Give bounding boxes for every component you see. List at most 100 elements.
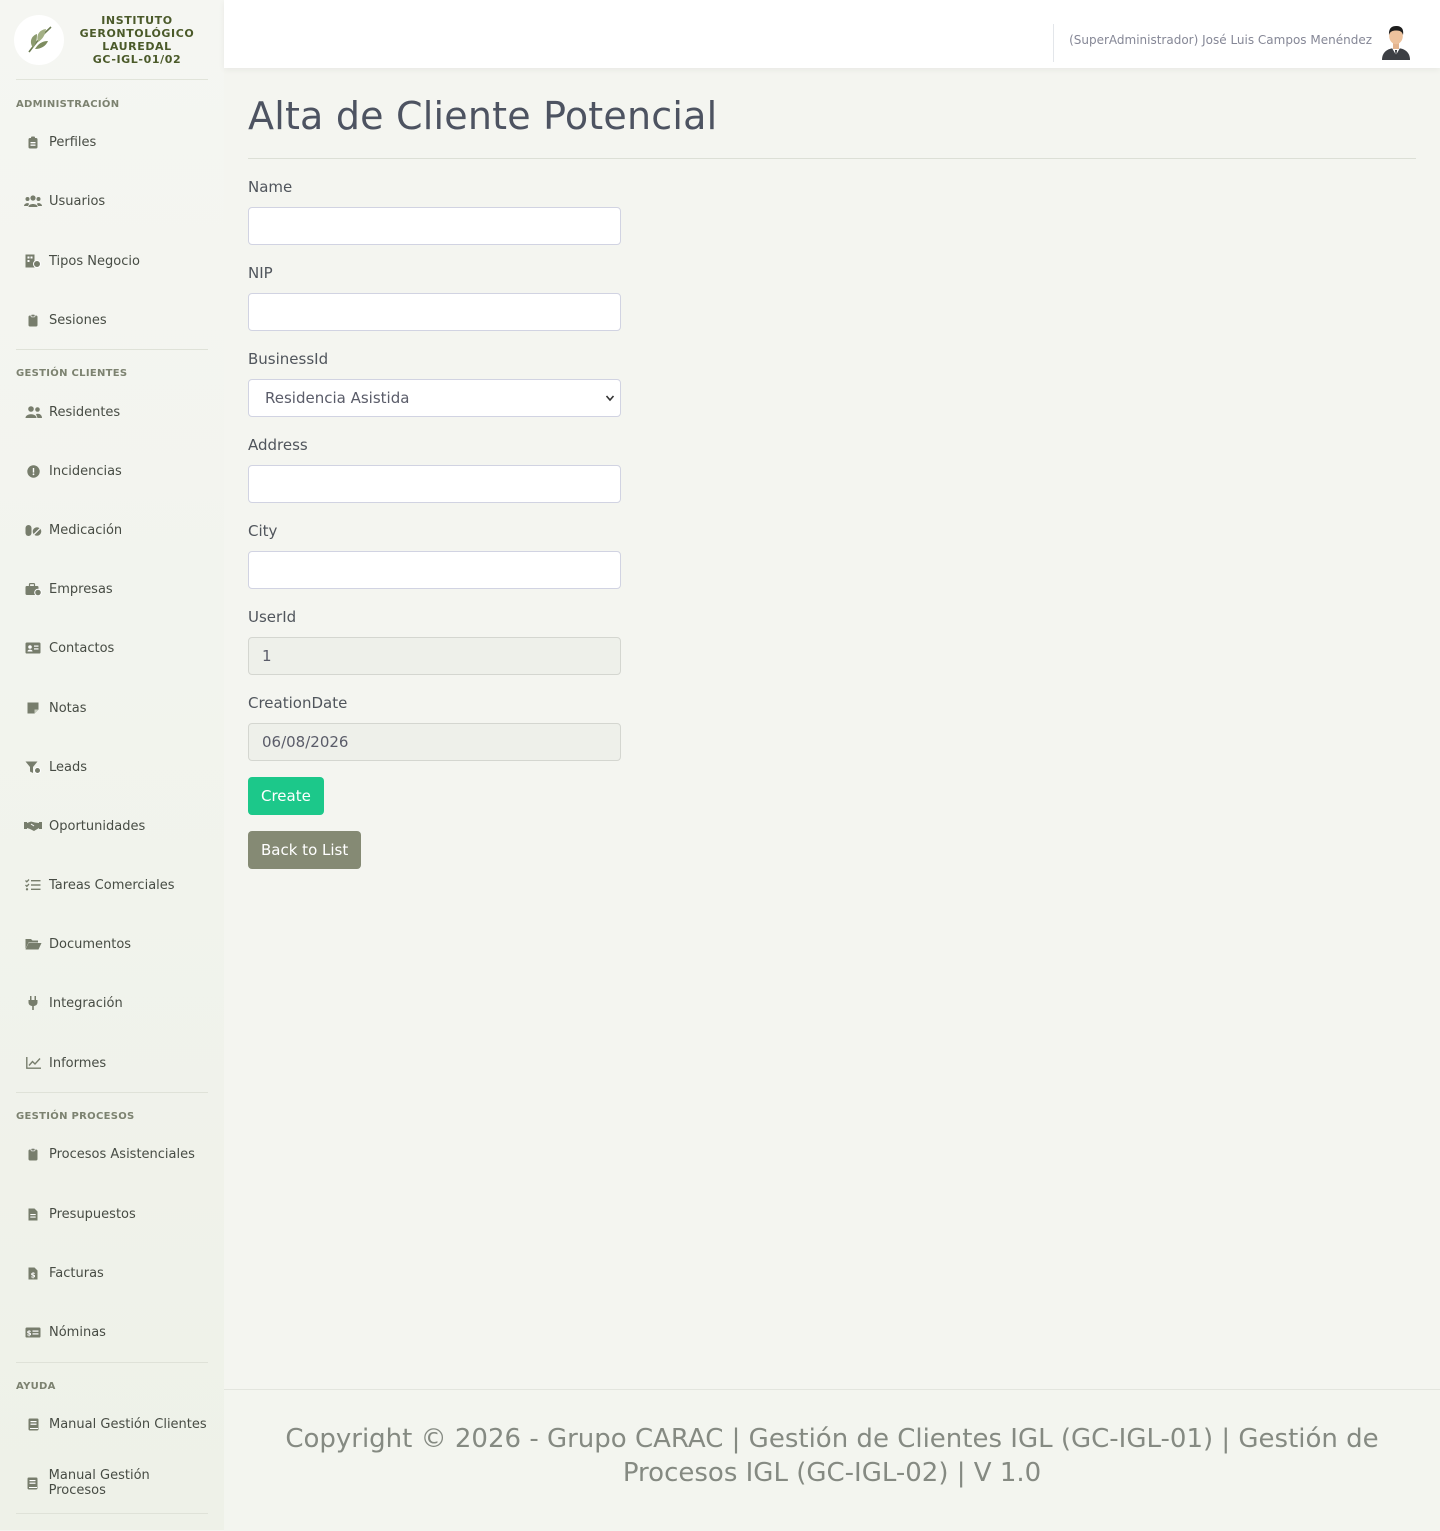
sidebar-item-presupuestos[interactable]: Presupuestos — [16, 1194, 208, 1234]
sidebar-item-manual-gestion-clientes[interactable]: Manual Gestión Clientes — [16, 1404, 208, 1444]
nav-heading-gestion-procesos: GESTIÓN PROCESOS — [16, 1111, 135, 1122]
funnel-icon — [24, 760, 42, 774]
sidebar-item-nominas[interactable]: $ Nóminas — [16, 1312, 208, 1352]
svg-text:$: $ — [31, 1271, 36, 1279]
sidebar-item-sesiones[interactable]: Sesiones — [16, 300, 208, 340]
nav-heading-ayuda: AYUDA — [16, 1381, 56, 1392]
sidebar-item-label: Incidencias — [49, 463, 122, 479]
address-input[interactable] — [248, 465, 621, 503]
sidebar-item-residentes[interactable]: Residentes — [16, 392, 208, 432]
page-title: Alta de Cliente Potencial — [248, 94, 718, 138]
sidebar-item-label: Informes — [49, 1055, 107, 1071]
brand-divider — [16, 79, 208, 80]
sidebar-item-integracion[interactable]: Integración — [16, 983, 208, 1023]
user-id-input[interactable] — [248, 637, 621, 675]
sidebar-item-medicacion[interactable]: Medicación — [16, 510, 208, 550]
sidebar-item-oportunidades[interactable]: Oportunidades — [16, 806, 208, 846]
sidebar-item-label: Notas — [49, 700, 87, 716]
title-divider — [248, 158, 1416, 159]
creation-date-label: CreationDate — [248, 694, 348, 712]
sidebar-item-label: Tareas Comerciales — [49, 877, 175, 893]
briefcase-icon — [24, 582, 42, 596]
sidebar-item-label: Leads — [49, 759, 88, 775]
sidebar-item-label: Sesiones — [49, 312, 107, 328]
sidebar-item-tipos-negocio[interactable]: Tipos Negocio — [16, 241, 208, 281]
sidebar-item-leads[interactable]: Leads — [16, 747, 208, 787]
sidebar-item-label: Perfiles — [49, 134, 97, 150]
sidebar-item-usuarios[interactable]: Usuarios — [16, 181, 208, 221]
nav-divider — [16, 1513, 208, 1514]
building-icon — [24, 254, 42, 268]
clipboard-icon — [24, 313, 42, 327]
sidebar-item-label: Facturas — [49, 1265, 104, 1281]
brand-logo-icon — [14, 15, 64, 65]
business-id-label: BusinessId — [248, 350, 329, 368]
sidebar-item-contactos[interactable]: Contactos — [16, 628, 208, 668]
users-icon — [24, 194, 42, 208]
copyright-text: Copyright © 2026 - Grupo CARAC | Gestión… — [285, 1424, 1379, 1488]
sidebar-item-label: Documentos — [49, 936, 132, 952]
sidebar: INSTITUTO GERONTOLÓGICO LAUREDAL GC-IGL-… — [0, 0, 224, 1530]
nip-input[interactable] — [248, 293, 621, 331]
brand-line-4: GC-IGL-01/02 — [92, 53, 182, 66]
sidebar-item-label: Tipos Negocio — [49, 253, 140, 269]
sidebar-item-documentos[interactable]: Documentos — [16, 924, 208, 964]
brand-line-3: LAUREDAL — [102, 40, 172, 53]
business-id-select[interactable]: Residencia Asistida — [248, 379, 621, 417]
create-button[interactable]: Create — [248, 777, 324, 815]
plug-icon — [24, 996, 42, 1010]
book-icon — [24, 1476, 42, 1490]
sidebar-item-label: Empresas — [49, 581, 113, 597]
topbar-divider — [1053, 24, 1054, 62]
sidebar-item-label: Oportunidades — [49, 818, 146, 834]
sidebar-item-incidencias[interactable]: Incidencias — [16, 451, 208, 491]
sidebar-item-label: Contactos — [49, 640, 115, 656]
brand[interactable]: INSTITUTO GERONTOLÓGICO LAUREDAL GC-IGL-… — [0, 0, 224, 80]
sidebar-item-informes[interactable]: Informes — [16, 1043, 208, 1083]
nav-heading-gestion-clientes: GESTIÓN CLIENTES — [16, 368, 128, 379]
name-label: Name — [248, 178, 293, 196]
sidebar-item-label: Residentes — [49, 404, 121, 420]
creation-date-input[interactable] — [248, 723, 621, 761]
id-card-icon — [24, 641, 42, 655]
sidebar-item-label: Nóminas — [49, 1324, 106, 1340]
back-to-list-button[interactable]: Back to List — [248, 831, 362, 869]
task-list-icon — [24, 878, 42, 892]
sidebar-item-label: Manual Gestión Procesos — [48, 1468, 150, 1498]
brand-line-1: INSTITUTO — [101, 14, 173, 27]
footer: Copyright © 2026 - Grupo CARAC | Gestión… — [224, 1389, 1440, 1531]
file-text-icon — [24, 1207, 42, 1221]
user-group-icon — [24, 405, 42, 419]
money-check-icon: $ — [24, 1325, 42, 1339]
nav-divider — [16, 1092, 208, 1093]
sidebar-item-label: Integración — [49, 995, 123, 1011]
city-input[interactable] — [248, 551, 621, 589]
topbar: (SuperAdministrador) José Luis Campos Me… — [224, 0, 1440, 68]
sidebar-item-facturas[interactable]: $ Facturas — [16, 1253, 208, 1293]
nav-divider — [16, 1362, 208, 1363]
folder-open-icon — [24, 937, 42, 951]
sidebar-item-label: Usuarios — [49, 193, 106, 209]
city-label: City — [248, 522, 278, 540]
user-avatar-icon[interactable] — [1380, 24, 1412, 60]
handshake-icon — [24, 819, 42, 833]
name-input[interactable] — [248, 207, 621, 245]
user-id-label: UserId — [248, 608, 297, 626]
sidebar-item-perfiles[interactable]: Perfiles — [16, 122, 208, 162]
sidebar-item-empresas[interactable]: Empresas — [16, 569, 208, 609]
sidebar-item-label: Manual Gestión Clientes — [49, 1416, 207, 1432]
sidebar-item-procesos-asistenciales[interactable]: Procesos Asistenciales — [16, 1134, 208, 1174]
sidebar-item-notas[interactable]: Notas — [16, 688, 208, 728]
user-name[interactable]: (SuperAdministrador) José Luis Campos Me… — [1069, 33, 1372, 47]
badge-icon — [24, 135, 42, 149]
sidebar-item-manual-gestion-procesos[interactable]: Manual Gestión Procesos — [16, 1463, 208, 1503]
brand-name: INSTITUTO GERONTOLÓGICO LAUREDAL GC-IGL-… — [76, 14, 198, 66]
book-icon — [24, 1417, 42, 1431]
sidebar-item-label: Presupuestos — [49, 1206, 136, 1222]
sidebar-item-label: Procesos Asistenciales — [49, 1146, 195, 1162]
clipboard-icon — [24, 1147, 42, 1161]
brand-line-2: GERONTOLÓGICO — [79, 27, 195, 40]
line-chart-icon — [24, 1056, 42, 1070]
file-invoice-icon: $ — [24, 1266, 42, 1280]
sidebar-item-tareas-comerciales[interactable]: Tareas Comerciales — [16, 865, 208, 905]
